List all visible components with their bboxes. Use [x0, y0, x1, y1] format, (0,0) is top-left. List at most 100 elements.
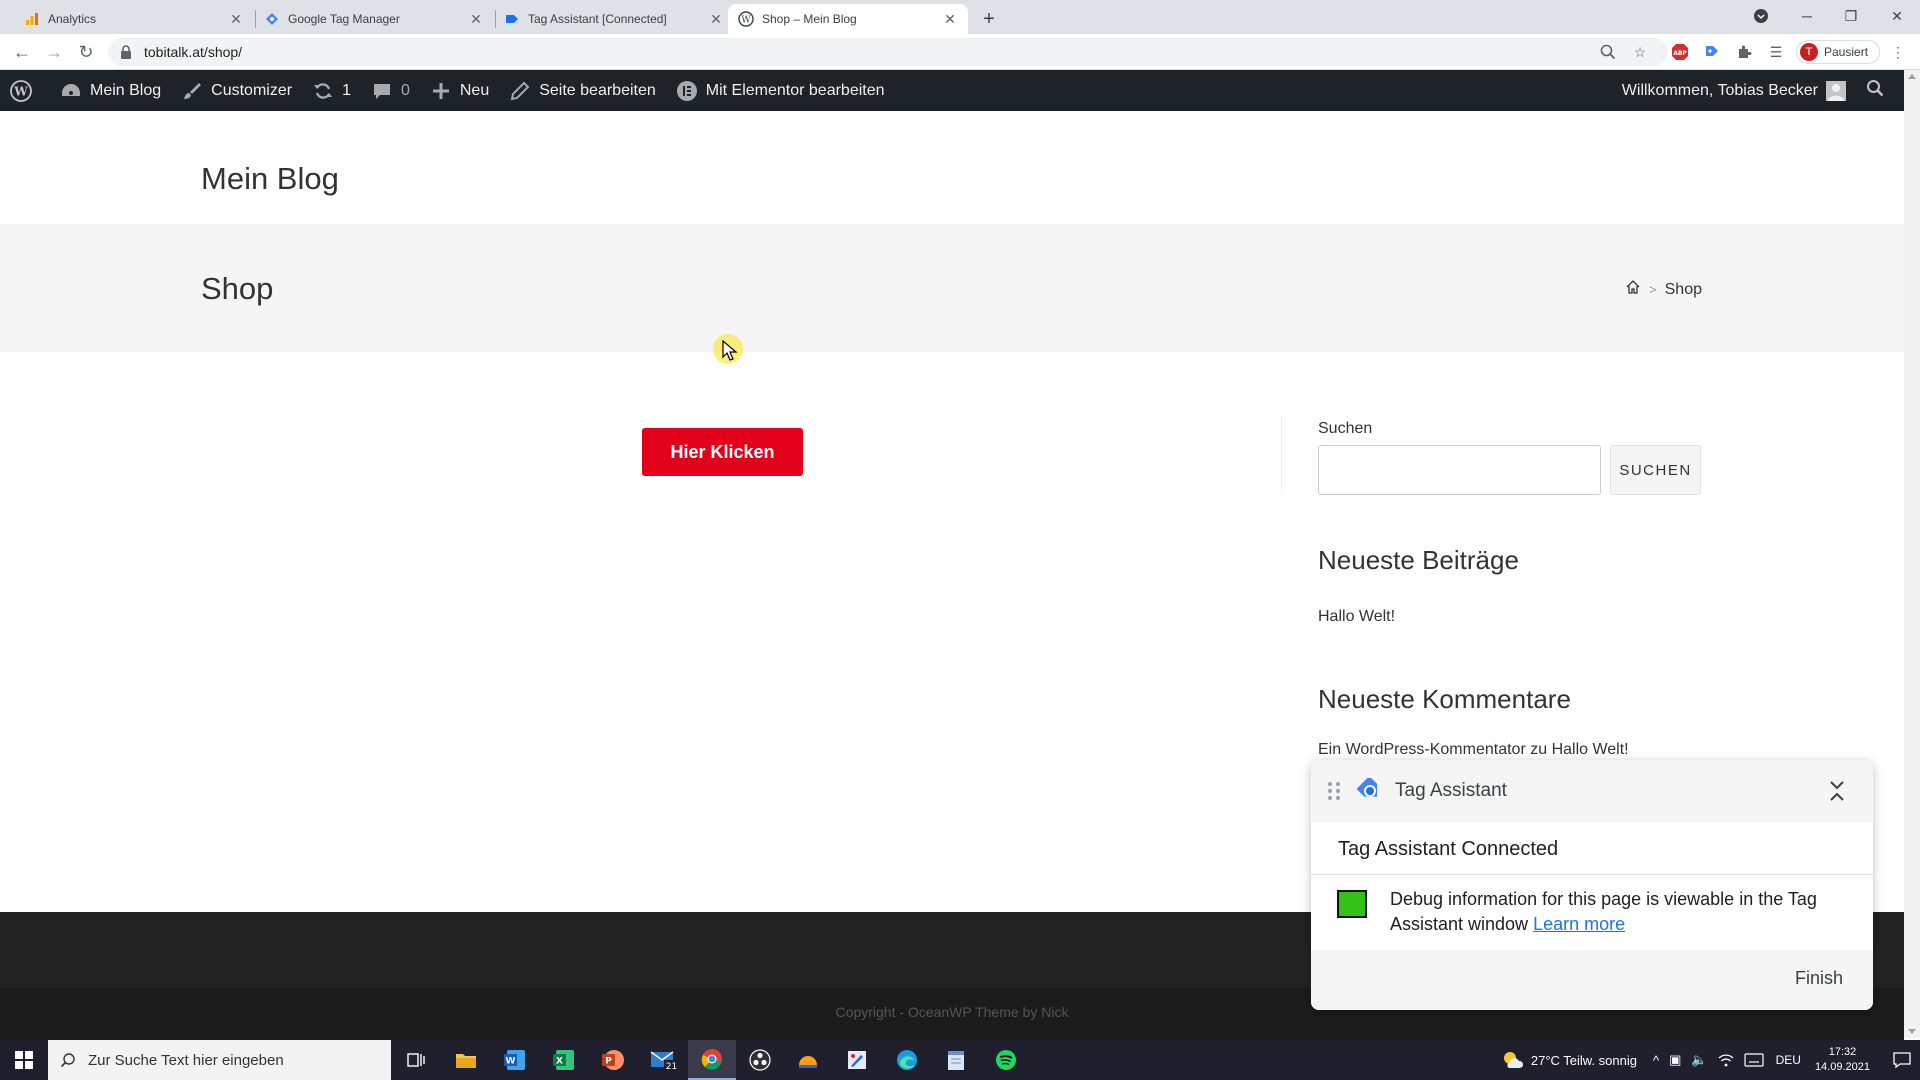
sidebar-search-button[interactable]: SUCHEN [1610, 445, 1701, 495]
admin-account-menu[interactable]: Willkommen, Tobias Becker [1612, 70, 1852, 111]
elementor-icon [676, 80, 698, 102]
admin-search[interactable] [1852, 70, 1894, 111]
tab-tag-assistant[interactable]: Tag Assistant [Connected] ✕ [494, 4, 734, 34]
chrome-icon[interactable] [688, 1040, 736, 1080]
adblock-icon[interactable]: ABP [1670, 42, 1690, 62]
scroll-up-arrow[interactable] [1908, 74, 1916, 79]
minimize-icon[interactable]: ─ [1784, 0, 1830, 32]
tag-assistant-extension-icon[interactable] [1702, 42, 1722, 62]
recent-post-link[interactable]: Hallo Welt! [1318, 608, 1395, 626]
tab-shop-mein-blog[interactable]: W Shop – Mein Blog ✕ [728, 4, 968, 34]
forward-icon[interactable]: → [42, 40, 66, 64]
url-text: tobitalk.at/shop/ [144, 44, 243, 60]
search-icon [1866, 79, 1884, 102]
tab-search-icon[interactable] [1738, 0, 1784, 32]
search-widget-label: Suchen [1318, 420, 1373, 437]
restore-icon[interactable]: ❐ [1828, 0, 1874, 32]
extensions-puzzle-icon[interactable] [1734, 42, 1754, 62]
volume-icon[interactable]: 🔈 [1691, 1052, 1707, 1068]
browser-tab-strip: Analytics ✕ Google Tag Manager ✕ Tag Ass… [0, 0, 1920, 34]
breadcrumb-current: Shop [1664, 280, 1702, 298]
word-icon[interactable]: W [491, 1040, 539, 1080]
obs-icon[interactable] [736, 1040, 784, 1080]
weather-text[interactable]: 27°C Teilw. sonnig [1531, 1053, 1637, 1068]
finish-button[interactable]: Finish [1795, 968, 1843, 989]
app-icon[interactable] [784, 1040, 832, 1080]
wp-logo-menu[interactable]: W [0, 70, 50, 111]
task-view-icon[interactable] [392, 1040, 440, 1080]
reading-list-icon[interactable]: ☰ [1766, 42, 1786, 62]
excel-icon[interactable]: X [540, 1040, 588, 1080]
bookmark-star-icon[interactable]: ☆ [1630, 42, 1650, 62]
keyboard-icon[interactable] [1743, 1053, 1764, 1067]
browser-menu-icon[interactable]: ⋮ [1888, 42, 1908, 62]
collapse-icon[interactable] [1827, 780, 1847, 802]
profile-button[interactable]: T Pausiert [1796, 40, 1880, 64]
admin-edit-page-label: Seite bearbeiten [539, 81, 656, 99]
page-header: Shop > Shop [0, 224, 1904, 352]
admin-site-menu[interactable]: Mein Blog [50, 70, 171, 111]
notification-icon[interactable] [1884, 1052, 1920, 1068]
back-icon[interactable]: ← [10, 40, 34, 64]
breadcrumb-separator: > [1649, 282, 1657, 297]
tag-assistant-message: Debug information for this page is viewa… [1390, 887, 1850, 937]
admin-updates[interactable]: 1 [302, 70, 361, 111]
tab-analytics[interactable]: Analytics ✕ [14, 4, 254, 34]
admin-comments-count: 0 [400, 81, 410, 99]
learn-more-link[interactable]: Learn more [1533, 914, 1625, 934]
tag-assistant-panel: Tag Assistant Tag Assistant Connected De… [1311, 760, 1873, 1010]
weather-icon[interactable] [1501, 1050, 1523, 1070]
tab-google-tag-manager[interactable]: Google Tag Manager ✕ [254, 4, 494, 34]
admin-new-label: Neu [459, 81, 490, 99]
edge-icon[interactable] [883, 1040, 931, 1080]
admin-welcome-text: Willkommen, Tobias Becker [1621, 81, 1818, 99]
page-title: Shop [201, 271, 274, 306]
clock[interactable]: 17:32 14.09.2021 [1815, 1045, 1870, 1075]
admin-new[interactable]: Neu [420, 70, 499, 111]
mail-icon[interactable]: 21 [641, 1040, 689, 1080]
taskbar-search-box[interactable]: Zur Suche Text hier eingeben [48, 1040, 391, 1080]
home-icon[interactable] [1625, 279, 1641, 300]
close-icon[interactable]: ✕ [468, 11, 484, 27]
page-scrollbar[interactable] [1904, 70, 1920, 1038]
site-header: Mein Blog [0, 131, 1904, 224]
scroll-down-arrow[interactable] [1908, 1029, 1916, 1034]
close-icon[interactable]: ✕ [228, 11, 244, 27]
close-icon[interactable]: ✕ [942, 11, 958, 27]
file-explorer-icon[interactable] [442, 1040, 490, 1080]
tag-assistant-title: Tag Assistant [1395, 780, 1507, 801]
sidebar-search-input[interactable] [1318, 445, 1601, 495]
recent-comment-link[interactable]: Ein WordPress-Kommentator zu Hallo Welt! [1318, 741, 1629, 759]
windows-start-icon[interactable] [0, 1040, 48, 1080]
tray-overflow-icon[interactable]: ^ [1653, 1053, 1659, 1068]
tray-app-icon[interactable]: ▣ [1669, 1052, 1681, 1068]
zoom-icon[interactable] [1598, 42, 1618, 62]
svg-text:W: W [741, 16, 751, 26]
admin-comments[interactable]: 0 [361, 70, 420, 111]
site-title[interactable]: Mein Blog [201, 161, 339, 197]
wifi-icon[interactable] [1718, 1053, 1734, 1067]
reload-icon[interactable]: ↻ [74, 40, 98, 64]
spotify-icon[interactable] [982, 1040, 1030, 1080]
wordpress-logo-icon: W [10, 79, 32, 102]
profile-avatar: T [1800, 43, 1818, 61]
window-close-icon[interactable]: ✕ [1874, 0, 1920, 32]
system-tray: 27°C Teilw. sonnig ^ ▣ 🔈 DEU 17:32 14.09… [1501, 1040, 1920, 1080]
address-bar[interactable]: tobitalk.at/shop/ [108, 38, 1668, 66]
close-icon[interactable]: ✕ [708, 11, 724, 27]
drag-handle-icon[interactable] [1327, 781, 1341, 801]
admin-edit-page[interactable]: Seite bearbeiten [499, 70, 666, 111]
powerpoint-icon[interactable]: P [589, 1040, 637, 1080]
recent-comments-heading: Neueste Kommentare [1318, 684, 1571, 714]
admin-customizer[interactable]: Customizer [171, 70, 302, 111]
tab-title: Analytics [48, 12, 97, 26]
status-indicator [1337, 890, 1367, 918]
new-tab-button[interactable]: + [976, 6, 1002, 32]
notepad-icon[interactable] [932, 1040, 980, 1080]
admin-elementor-edit[interactable]: Mit Elementor bearbeiten [666, 70, 895, 111]
panel-divider [1311, 874, 1873, 875]
admin-elementor-label: Mit Elementor bearbeiten [705, 81, 885, 99]
language-indicator[interactable]: DEU [1776, 1053, 1801, 1067]
hier-klicken-button[interactable]: Hier Klicken [642, 428, 803, 476]
paint-icon[interactable] [833, 1040, 881, 1080]
